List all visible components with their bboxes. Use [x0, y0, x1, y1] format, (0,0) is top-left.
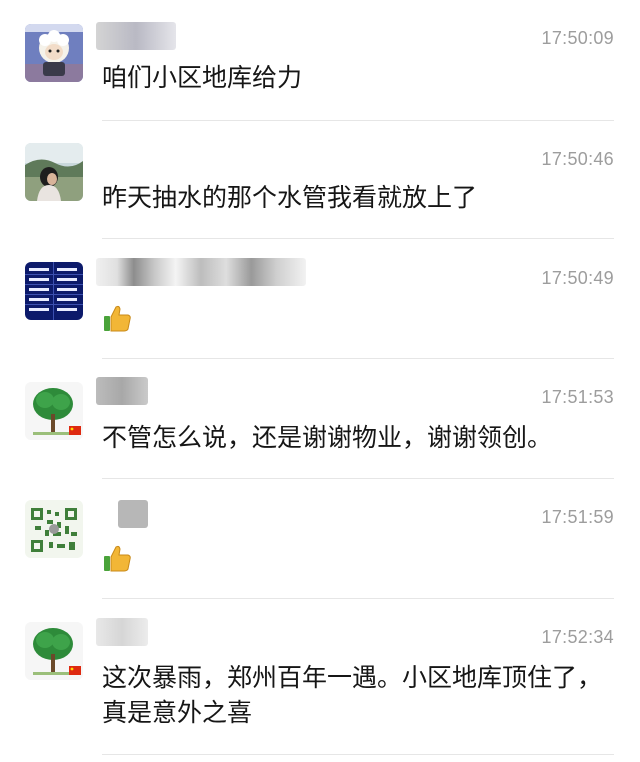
woman-landscape-avatar-icon — [25, 143, 83, 201]
message-divider — [102, 478, 614, 479]
sender-name-blurred — [118, 500, 148, 528]
sender-name-blurred — [96, 22, 176, 50]
message-divider — [102, 238, 614, 239]
message-timestamp: 17:51:59 — [541, 507, 614, 527]
avatar[interactable] — [25, 382, 83, 440]
message-text: 昨天抽水的那个水管我看就放上了 — [102, 183, 478, 212]
message-timestamp: 17:50:49 — [541, 268, 614, 288]
sender-name-blurred — [96, 258, 306, 286]
pleasant-goat-avatar-icon — [25, 24, 83, 82]
message-timestamp: 17:51:53 — [541, 387, 614, 407]
thumbs-up-icon — [102, 303, 132, 333]
avatar[interactable] — [25, 262, 83, 320]
message-timestamp: 17:50:09 — [541, 28, 614, 48]
message-divider — [102, 754, 614, 755]
avatar[interactable] — [25, 500, 83, 558]
message-text: 不管怎么说，还是谢谢物业，谢谢领创。 — [102, 423, 553, 452]
message-divider — [102, 598, 614, 599]
message-timestamp: 17:52:34 — [541, 627, 614, 647]
tree-flag-avatar-icon — [25, 382, 83, 440]
thumbs-up-icon — [102, 543, 132, 573]
qr-code-avatar-icon — [25, 500, 83, 558]
chat-message-list: 17:50:09 咱们小区地库给力 17:50:46 昨天抽水的那个水管我看就放… — [0, 0, 640, 762]
message-text: 这次暴雨，郑州百年一遇。小区地库顶住了，真是意外之喜 — [102, 663, 603, 727]
avatar[interactable] — [25, 143, 83, 201]
sender-name-blurred — [96, 377, 148, 405]
message-divider — [102, 120, 614, 121]
text-grid-avatar-icon — [25, 262, 83, 320]
avatar[interactable] — [25, 24, 83, 82]
message-divider — [102, 358, 614, 359]
message-text: 咱们小区地库给力 — [102, 63, 303, 92]
sender-name-blurred — [96, 618, 148, 646]
tree-flag-avatar-icon — [25, 622, 83, 680]
avatar[interactable] — [25, 622, 83, 680]
message-timestamp: 17:50:46 — [541, 149, 614, 169]
